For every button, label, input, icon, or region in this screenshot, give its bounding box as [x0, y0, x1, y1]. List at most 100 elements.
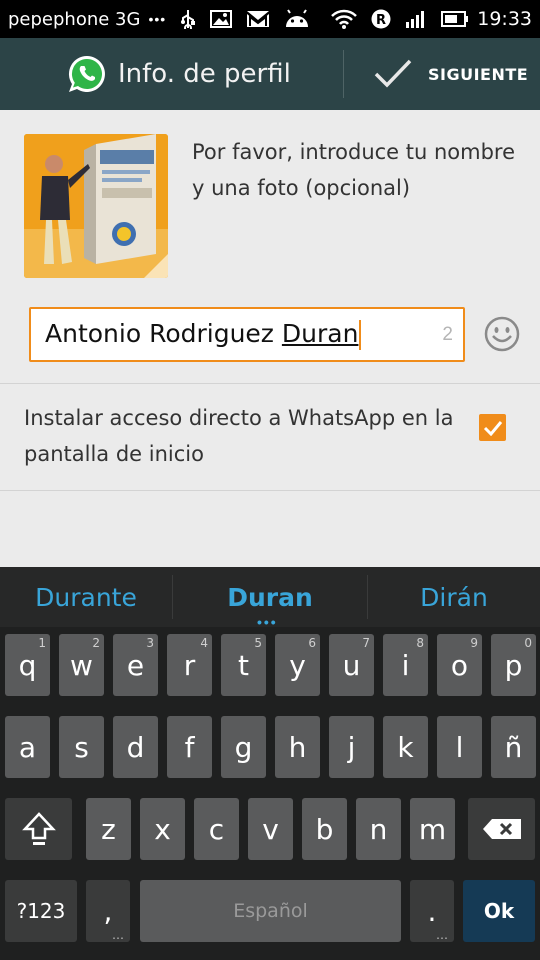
- suggestion-strip: Durante Duran Dirán •••: [0, 567, 540, 629]
- key-c[interactable]: c: [194, 798, 239, 860]
- action-bar: Info. de perfil SIGUIENTE: [0, 38, 540, 110]
- backspace-key[interactable]: [468, 798, 535, 860]
- more-suggestions-indicator[interactable]: •••: [257, 615, 278, 629]
- divider-bottom: [0, 490, 540, 491]
- key-w[interactable]: w2: [59, 634, 104, 696]
- next-button[interactable]: SIGUIENTE: [344, 38, 540, 110]
- comma-more-indicator: …: [112, 928, 124, 942]
- key-label: q: [18, 648, 37, 682]
- usb-icon: [180, 8, 196, 30]
- key-label: j: [347, 730, 356, 764]
- key-label: s: [74, 730, 89, 764]
- name-text: Antonio Rodriguez: [45, 319, 282, 348]
- key-a[interactable]: a: [5, 716, 50, 778]
- key-number-hint: 4: [200, 636, 208, 650]
- space-key[interactable]: Español: [140, 880, 401, 942]
- key-k[interactable]: k: [383, 716, 428, 778]
- key-label: x: [154, 812, 171, 846]
- suggestion-3[interactable]: Dirán: [368, 567, 540, 627]
- comma-key[interactable]: ,…: [86, 880, 130, 942]
- next-button-label: SIGUIENTE: [428, 64, 529, 84]
- battery-icon: [441, 8, 469, 30]
- whatsapp-logo-icon: [68, 55, 105, 92]
- key-label: v: [262, 812, 279, 846]
- key-label: e: [126, 648, 145, 682]
- key-label: r: [183, 648, 196, 682]
- key-label: u: [342, 648, 361, 682]
- shortcut-option-label: Instalar acceso directo a WhatsApp en la…: [24, 406, 454, 466]
- emoji-button-icon[interactable]: [484, 316, 520, 352]
- key-n[interactable]: n: [356, 798, 401, 860]
- key-label: z: [101, 812, 116, 846]
- key-label: f: [184, 730, 195, 764]
- checkmark-icon: [374, 59, 412, 88]
- signal-icon: [405, 8, 427, 30]
- key-label: k: [397, 730, 414, 764]
- key-label: p: [504, 648, 523, 682]
- key-z[interactable]: z: [86, 798, 131, 860]
- instructions-text: Por favor, introduce tu nombre y una fot…: [192, 140, 516, 200]
- key-number-hint: 5: [254, 636, 262, 650]
- roaming-icon: R: [371, 8, 391, 30]
- name-input-value: Antonio Rodriguez Duran: [45, 319, 362, 350]
- key-y[interactable]: y6: [275, 634, 320, 696]
- key-label: a: [18, 730, 37, 764]
- key-h[interactable]: h: [275, 716, 320, 778]
- ok-key[interactable]: Ok: [463, 880, 535, 942]
- key-number-hint: 6: [308, 636, 316, 650]
- profile-photo[interactable]: [24, 134, 168, 278]
- key-label: o: [450, 648, 469, 682]
- name-input[interactable]: Antonio Rodriguez Duran 2: [29, 307, 465, 362]
- text-cursor: [359, 320, 362, 350]
- shortcut-checkbox[interactable]: [479, 414, 506, 441]
- key-ñ[interactable]: ñ: [491, 716, 536, 778]
- page-title: Info. de perfil: [118, 59, 291, 89]
- key-p[interactable]: p0: [491, 634, 536, 696]
- key-label: d: [126, 730, 145, 764]
- gmail-icon: [246, 8, 270, 30]
- key-label: h: [288, 730, 307, 764]
- key-label: ñ: [504, 730, 523, 764]
- key-m[interactable]: m: [410, 798, 455, 860]
- key-o[interactable]: o9: [437, 634, 482, 696]
- key-label: y: [289, 648, 306, 682]
- key-l[interactable]: l: [437, 716, 482, 778]
- key-b[interactable]: b: [302, 798, 347, 860]
- key-v[interactable]: v: [248, 798, 293, 860]
- key-g[interactable]: g: [221, 716, 266, 778]
- key-d[interactable]: d: [113, 716, 158, 778]
- key-u[interactable]: u7: [329, 634, 374, 696]
- key-number-hint: 2: [92, 636, 100, 650]
- shift-icon: [21, 812, 56, 845]
- key-label: i: [401, 648, 410, 682]
- key-s[interactable]: s: [59, 716, 104, 778]
- key-i[interactable]: i8: [383, 634, 428, 696]
- key-label: l: [455, 730, 464, 764]
- key-number-hint: 8: [416, 636, 424, 650]
- period-key[interactable]: .…: [410, 880, 454, 942]
- shortcut-option-row[interactable]: Instalar acceso directo a WhatsApp en la…: [0, 384, 540, 490]
- key-j[interactable]: j: [329, 716, 374, 778]
- suggestion-1[interactable]: Durante: [0, 567, 172, 627]
- key-f[interactable]: f: [167, 716, 212, 778]
- soft-keyboard: Durante Duran Dirán ••• q1w2e3r4t5y6u7i8…: [0, 567, 540, 960]
- period-more-indicator: …: [436, 928, 448, 942]
- key-e[interactable]: e3: [113, 634, 158, 696]
- key-number-hint: 0: [524, 636, 532, 650]
- key-r[interactable]: r4: [167, 634, 212, 696]
- key-t[interactable]: t5: [221, 634, 266, 696]
- period-key-label: .: [427, 894, 437, 928]
- image-icon: [210, 8, 233, 30]
- key-label: n: [369, 812, 388, 846]
- status-bar: pepephone 3G ••• R 19:33: [0, 0, 540, 38]
- shift-key[interactable]: [5, 798, 72, 860]
- key-number-hint: 7: [362, 636, 370, 650]
- symbols-key[interactable]: ?123: [5, 880, 77, 942]
- backspace-icon: [482, 819, 521, 839]
- key-q[interactable]: q1: [5, 634, 50, 696]
- key-x[interactable]: x: [140, 798, 185, 860]
- svg-text:R: R: [376, 13, 386, 28]
- char-counter: 2: [442, 324, 453, 345]
- checkbox-check-icon: [483, 420, 502, 436]
- clock: 19:33: [477, 8, 532, 30]
